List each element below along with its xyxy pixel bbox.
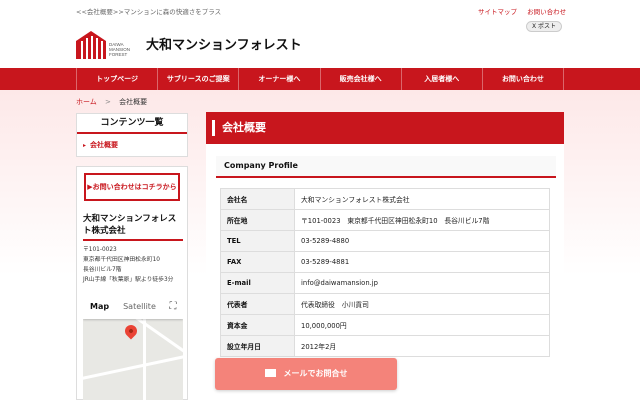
table-row: FAX 03-5289-4881 [220,251,550,273]
mail-contact-button[interactable]: メールでお問合せ [215,358,397,390]
company-profile-table: 会社名 大和マンションフォレスト株式会社 所在地 〒101-0023 東京都千代田区… [220,188,550,357]
divider [83,239,183,241]
table-row: 所在地 〒101-0023 東京都千代田区神田松永町10 長谷川ビル7階 [220,209,550,231]
section-heading: Company Profile [216,156,556,178]
nav-item-residents[interactable]: 入居者様へ [402,68,483,90]
sidebar-item-label: 会社概要 [90,141,119,149]
map-tab-map[interactable]: Map [83,295,116,319]
page-title: 会社概要 [206,112,564,144]
row-value: 〒101-0023 東京都千代田区神田松永町10 長谷川ビル7階 [294,209,550,231]
row-label: FAX [220,251,295,273]
nav-item-contact[interactable]: お問い合わせ [483,68,565,90]
logo-mark-icon [76,31,106,59]
row-label: E-mail [220,272,295,294]
company-name: 大和マンションフォレスト株式会社 [83,214,177,236]
mail-icon [264,368,276,377]
row-label: 代表者 [220,293,295,315]
address-line: JR山手線「秋葉原」駅より徒歩3分 [83,277,174,283]
nav-item-sales[interactable]: 販売会社様へ [321,68,402,90]
row-label: 資本金 [220,314,295,336]
breadcrumb-separator: > [105,98,111,106]
nav-item-owners[interactable]: オーナー様へ [239,68,321,90]
google-map[interactable]: Map Satellite ⛶ [83,295,183,400]
address-line: 東京都千代田区神田松永町10 [83,257,160,263]
top-links: サイトマップ お問い合わせ [478,6,574,16]
sidebar-contents: コンテンツ一覧 ▸ 会社概要 [76,113,188,157]
nav-item-sublease[interactable]: サブリースのご提案 [158,68,240,90]
table-row: E-mail info@daiwamansion.jp [220,272,550,294]
address-line: 〒101-0023 [83,247,117,253]
breadcrumb-home[interactable]: ホーム [76,98,97,106]
table-row: 設立年月日 2012年2月 [220,335,550,357]
row-value: 代表取締役 小川貢司 [294,293,550,315]
sidebar-contact: ▶お問い合わせはコチラから 大和マンションフォレスト株式会社 〒101-0023… [76,166,188,400]
main-nav: トップページ サブリースのご提案 オーナー様へ 販売会社様へ 入居者様へ お問い… [0,68,640,90]
contact-link[interactable]: お問い合わせ [527,8,566,16]
row-label: 所在地 [220,209,295,231]
x-post-button[interactable]: X ポスト [526,21,562,32]
arrow-right-icon: ▸ [83,142,87,149]
main-content: 会社概要 Company Profile 会社名 大和マンションフォレスト株式会社… [206,112,564,400]
row-value: 10,000,000円 [294,314,550,336]
sitemap-link[interactable]: サイトマップ [478,8,517,16]
table-row: 会社名 大和マンションフォレスト株式会社 [220,188,550,210]
map-road [83,351,183,382]
row-label: TEL [220,230,295,252]
nav-item-top[interactable]: トップページ [76,68,159,90]
row-value: 03-5289-4881 [294,251,550,273]
header: <<会社概要>>マンションに森の快適さをプラス サイトマップ お問い合わせ X … [0,0,640,66]
sidebar-item-company[interactable]: ▸ 会社概要 [77,134,187,156]
row-value: 大和マンションフォレスト株式会社 [294,188,550,210]
row-label: 設立年月日 [220,335,295,357]
map-tab-satellite[interactable]: Satellite [116,295,163,319]
site-name[interactable]: 大和マンションフォレスト [146,34,302,53]
table-row: TEL 03-5289-4880 [220,230,550,252]
map-road [143,319,146,400]
breadcrumb: ホーム > 会社概要 [76,97,147,107]
address-line: 長谷川ビル7階 [83,267,122,273]
row-value: 03-5289-4880 [294,230,550,252]
map-pin-icon[interactable] [122,322,140,340]
logo-line: FOREST [109,52,128,57]
fullscreen-icon[interactable]: ⛶ [163,295,183,319]
logo[interactable]: DAIWA MANSION FOREST [76,29,136,61]
mail-contact-label: メールでお問合せ [283,369,348,378]
sidebar-title: コンテンツ一覧 [77,114,187,134]
row-value[interactable]: info@daiwamansion.jp [294,272,550,294]
logo-subtext: DAIWA MANSION FOREST [109,42,130,57]
row-label: 会社名 [220,188,295,210]
row-value: 2012年2月 [294,335,550,357]
breadcrumb-current: 会社概要 [119,98,148,106]
address: 〒101-0023 東京都千代田区神田松永町10 長谷川ビル7階 JR山手線「秋… [83,245,173,285]
contact-button[interactable]: ▶お問い合わせはコチラから [84,173,180,201]
header-tagline: <<会社概要>>マンションに森の快適さをプラス [76,8,222,16]
table-row: 代表者 代表取締役 小川貢司 [220,293,550,315]
table-row: 資本金 10,000,000円 [220,314,550,336]
